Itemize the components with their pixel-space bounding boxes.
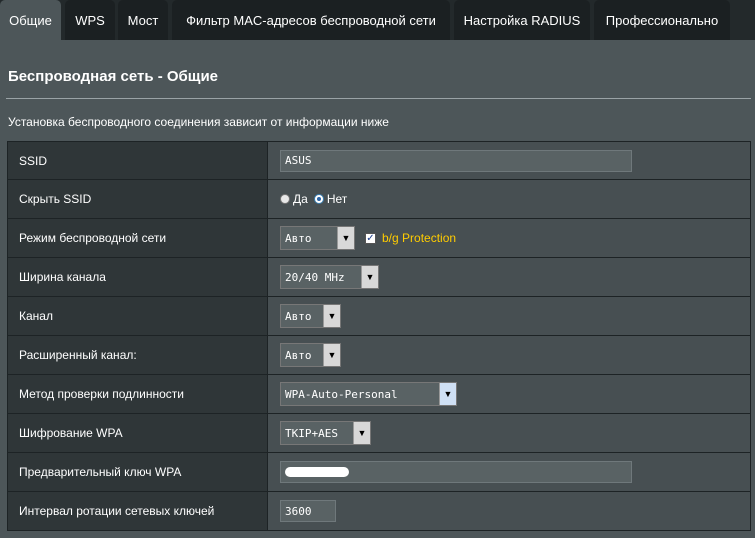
chevron-down-icon: ▼: [439, 383, 456, 405]
key-rotation-input[interactable]: 3600: [280, 500, 336, 522]
ext-channel-value: Авто: [281, 344, 323, 366]
title-divider: [6, 98, 751, 99]
tab-mac-filter[interactable]: Фильтр MAC-адресов беспроводной сети: [172, 0, 450, 40]
wpa-encryption-label: Шифрование WPA: [8, 414, 268, 452]
bg-protection-label: b/g Protection: [382, 231, 457, 245]
ssid-label: SSID: [8, 142, 268, 179]
channel-width-value: 20/40 MHz: [281, 266, 361, 288]
channel-width-label: Ширина канала: [8, 258, 268, 296]
tab-wps[interactable]: WPS: [65, 0, 115, 40]
ssid-input[interactable]: ASUS: [280, 149, 632, 172]
form-row-ssid: SSID ASUS: [7, 141, 751, 180]
form-row-ext-channel: Расширенный канал: Авто ▼: [7, 336, 751, 375]
auth-method-select[interactable]: WPA-Auto-Personal ▼: [280, 382, 457, 406]
channel-select[interactable]: Авто ▼: [280, 304, 341, 328]
chevron-down-icon: ▼: [361, 266, 378, 288]
wireless-mode-value: Авто: [281, 227, 337, 249]
hide-ssid-label: Скрыть SSID: [8, 180, 268, 218]
form-row-wpa-encryption: Шифрование WPA TKIP+AES ▼: [7, 414, 751, 453]
tab-radius[interactable]: Настройка RADIUS: [454, 0, 590, 40]
auth-method-value: WPA-Auto-Personal: [281, 383, 439, 405]
form-row-wireless-mode: Режим беспроводной сети Авто ▼ ✓ b/g Pro…: [7, 219, 751, 258]
form-row-hide-ssid: Скрыть SSID Да Нет: [7, 180, 751, 219]
wpa-psk-label: Предварительный ключ WPA: [8, 453, 268, 491]
ext-channel-select[interactable]: Авто ▼: [280, 343, 341, 367]
page-title: Беспроводная сеть - Общие: [8, 68, 219, 85]
chevron-down-icon: ▼: [337, 227, 354, 249]
tab-bridge[interactable]: Мост: [118, 0, 168, 40]
form-row-key-rotation: Интервал ротации сетевых ключей 3600: [7, 492, 751, 531]
auth-method-label: Метод проверки подлинности: [8, 375, 268, 413]
masked-password: [285, 467, 349, 477]
wpa-encryption-select[interactable]: TKIP+AES ▼: [280, 421, 371, 445]
tab-professional[interactable]: Профессионально: [594, 0, 730, 40]
key-rotation-label: Интервал ротации сетевых ключей: [8, 492, 268, 530]
chevron-down-icon: ▼: [323, 305, 340, 327]
ext-channel-label: Расширенный канал:: [8, 336, 268, 374]
wireless-mode-label: Режим беспроводной сети: [8, 219, 268, 257]
page-description: Установка беспроводного соединения завис…: [8, 115, 389, 129]
hide-ssid-no-radio[interactable]: [313, 194, 324, 204]
channel-value: Авто: [281, 305, 323, 327]
tab-general[interactable]: Общие: [0, 0, 61, 40]
wpa-encryption-value: TKIP+AES: [281, 422, 353, 444]
form-row-wpa-psk: Предварительный ключ WPA: [7, 453, 751, 492]
wireless-mode-select[interactable]: Авто ▼: [280, 226, 355, 250]
bg-protection-checkbox[interactable]: ✓: [365, 232, 376, 244]
form-row-auth-method: Метод проверки подлинности WPA-Auto-Pers…: [7, 375, 751, 414]
channel-label: Канал: [8, 297, 268, 335]
channel-width-select[interactable]: 20/40 MHz ▼: [280, 265, 379, 289]
wpa-psk-input[interactable]: [280, 461, 632, 483]
chevron-down-icon: ▼: [323, 344, 340, 366]
form-row-channel: Канал Авто ▼: [7, 297, 751, 336]
hide-ssid-yes-radio[interactable]: [280, 194, 290, 204]
hide-ssid-no-label: Нет: [326, 192, 348, 206]
tab-bar: Общие WPS Мост Фильтр MAC-адресов беспро…: [0, 0, 755, 40]
form-row-channel-width: Ширина канала 20/40 MHz ▼: [7, 258, 751, 297]
hide-ssid-yes-label: Да: [293, 192, 308, 206]
chevron-down-icon: ▼: [353, 422, 370, 444]
settings-form: SSID ASUS Скрыть SSID Да Нет Режим беспр…: [7, 141, 751, 531]
